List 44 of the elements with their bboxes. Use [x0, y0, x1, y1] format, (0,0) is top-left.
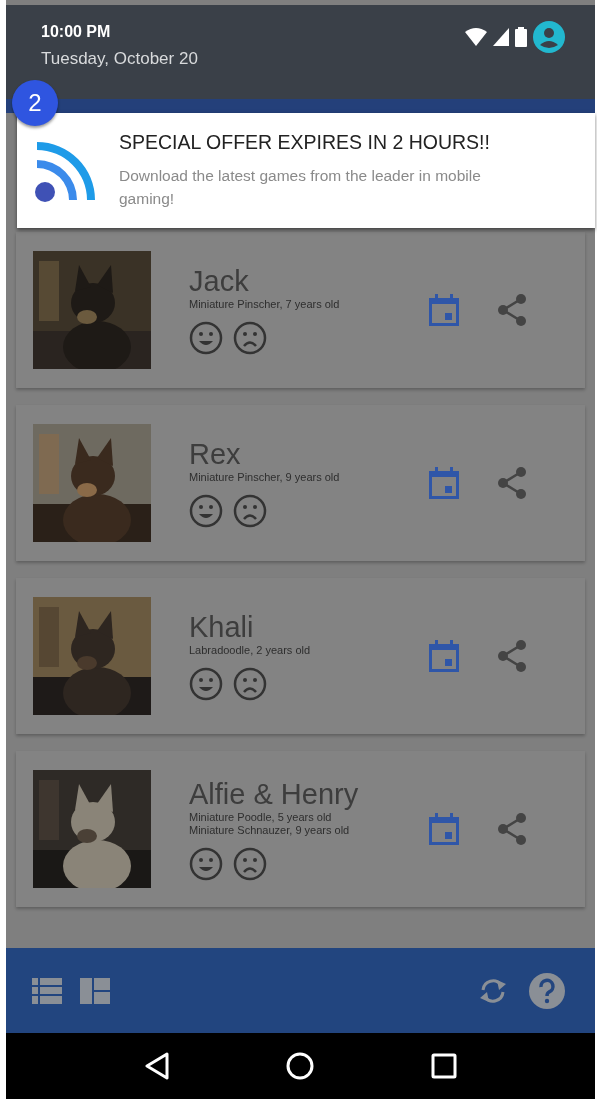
help-icon[interactable] [529, 972, 565, 1009]
dog-name: Alfie & Henry [189, 777, 360, 811]
notification-card[interactable]: SPECIAL OFFER EXPIRES IN 2 HOURS!! Download the latest games from the leader in mobile gaming! [17, 113, 595, 228]
sad-face-icon[interactable] [233, 667, 267, 701]
dog-details: Labradoodle, 2 years old [189, 644, 312, 657]
sad-face-icon[interactable] [233, 321, 267, 355]
home-icon[interactable] [286, 1052, 315, 1080]
sad-face-icon[interactable] [233, 846, 267, 881]
dog-details: Miniature Schnauzer, 9 years old [189, 823, 351, 837]
happy-face-icon[interactable] [189, 667, 223, 701]
dog-card[interactable]: Rex Miniature Pinscher, 9 years old [16, 405, 585, 561]
battery-icon [515, 27, 527, 47]
dog-name: Rex [189, 438, 242, 471]
status-date: Tuesday, October 20 [41, 49, 198, 69]
dog-card[interactable]: Alfie & Henry Miniature Poodle, 5 years old Miniature Schnauzer, 9 years old [16, 751, 585, 907]
dog-card[interactable]: Khali Labradoodle, 2 years old [16, 578, 585, 734]
account-icon[interactable] [533, 21, 565, 53]
dog-name: Jack [189, 265, 250, 298]
sad-face-icon[interactable] [233, 494, 267, 528]
recents-icon[interactable] [430, 1053, 457, 1079]
back-icon[interactable] [144, 1052, 171, 1080]
share-icon[interactable] [497, 466, 527, 500]
share-icon[interactable] [497, 293, 527, 327]
calendar-icon[interactable] [429, 640, 459, 672]
notification-body: Download the latest games from the leader in mobile gaming! [119, 166, 482, 209]
share-icon[interactable] [497, 812, 527, 846]
calendar-icon[interactable] [429, 294, 459, 326]
calendar-icon[interactable] [429, 467, 459, 499]
happy-face-icon[interactable] [189, 494, 223, 528]
dog-name: Khali [189, 611, 255, 644]
happy-face-icon[interactable] [189, 321, 223, 355]
notification-title: SPECIAL OFFER EXPIRES IN 2 HOURS!! [119, 131, 491, 154]
wifi-icon [465, 28, 487, 46]
grid-view-icon[interactable] [80, 977, 110, 1004]
calendar-icon[interactable] [429, 813, 459, 845]
dog-details: Miniature Poodle, 5 years old [189, 810, 333, 824]
dog-card[interactable]: Jack Miniature Pinscher, 7 years old [16, 232, 585, 388]
happy-face-icon[interactable] [189, 846, 223, 881]
status-time: 10:00 PM [41, 23, 112, 41]
share-icon[interactable] [497, 639, 527, 673]
signal-icon [493, 28, 509, 46]
dog-details: Miniature Pinscher, 9 years old [189, 471, 341, 484]
dog-details: Miniature Pinscher, 7 years old [189, 298, 341, 311]
list-view-icon[interactable] [32, 977, 62, 1004]
